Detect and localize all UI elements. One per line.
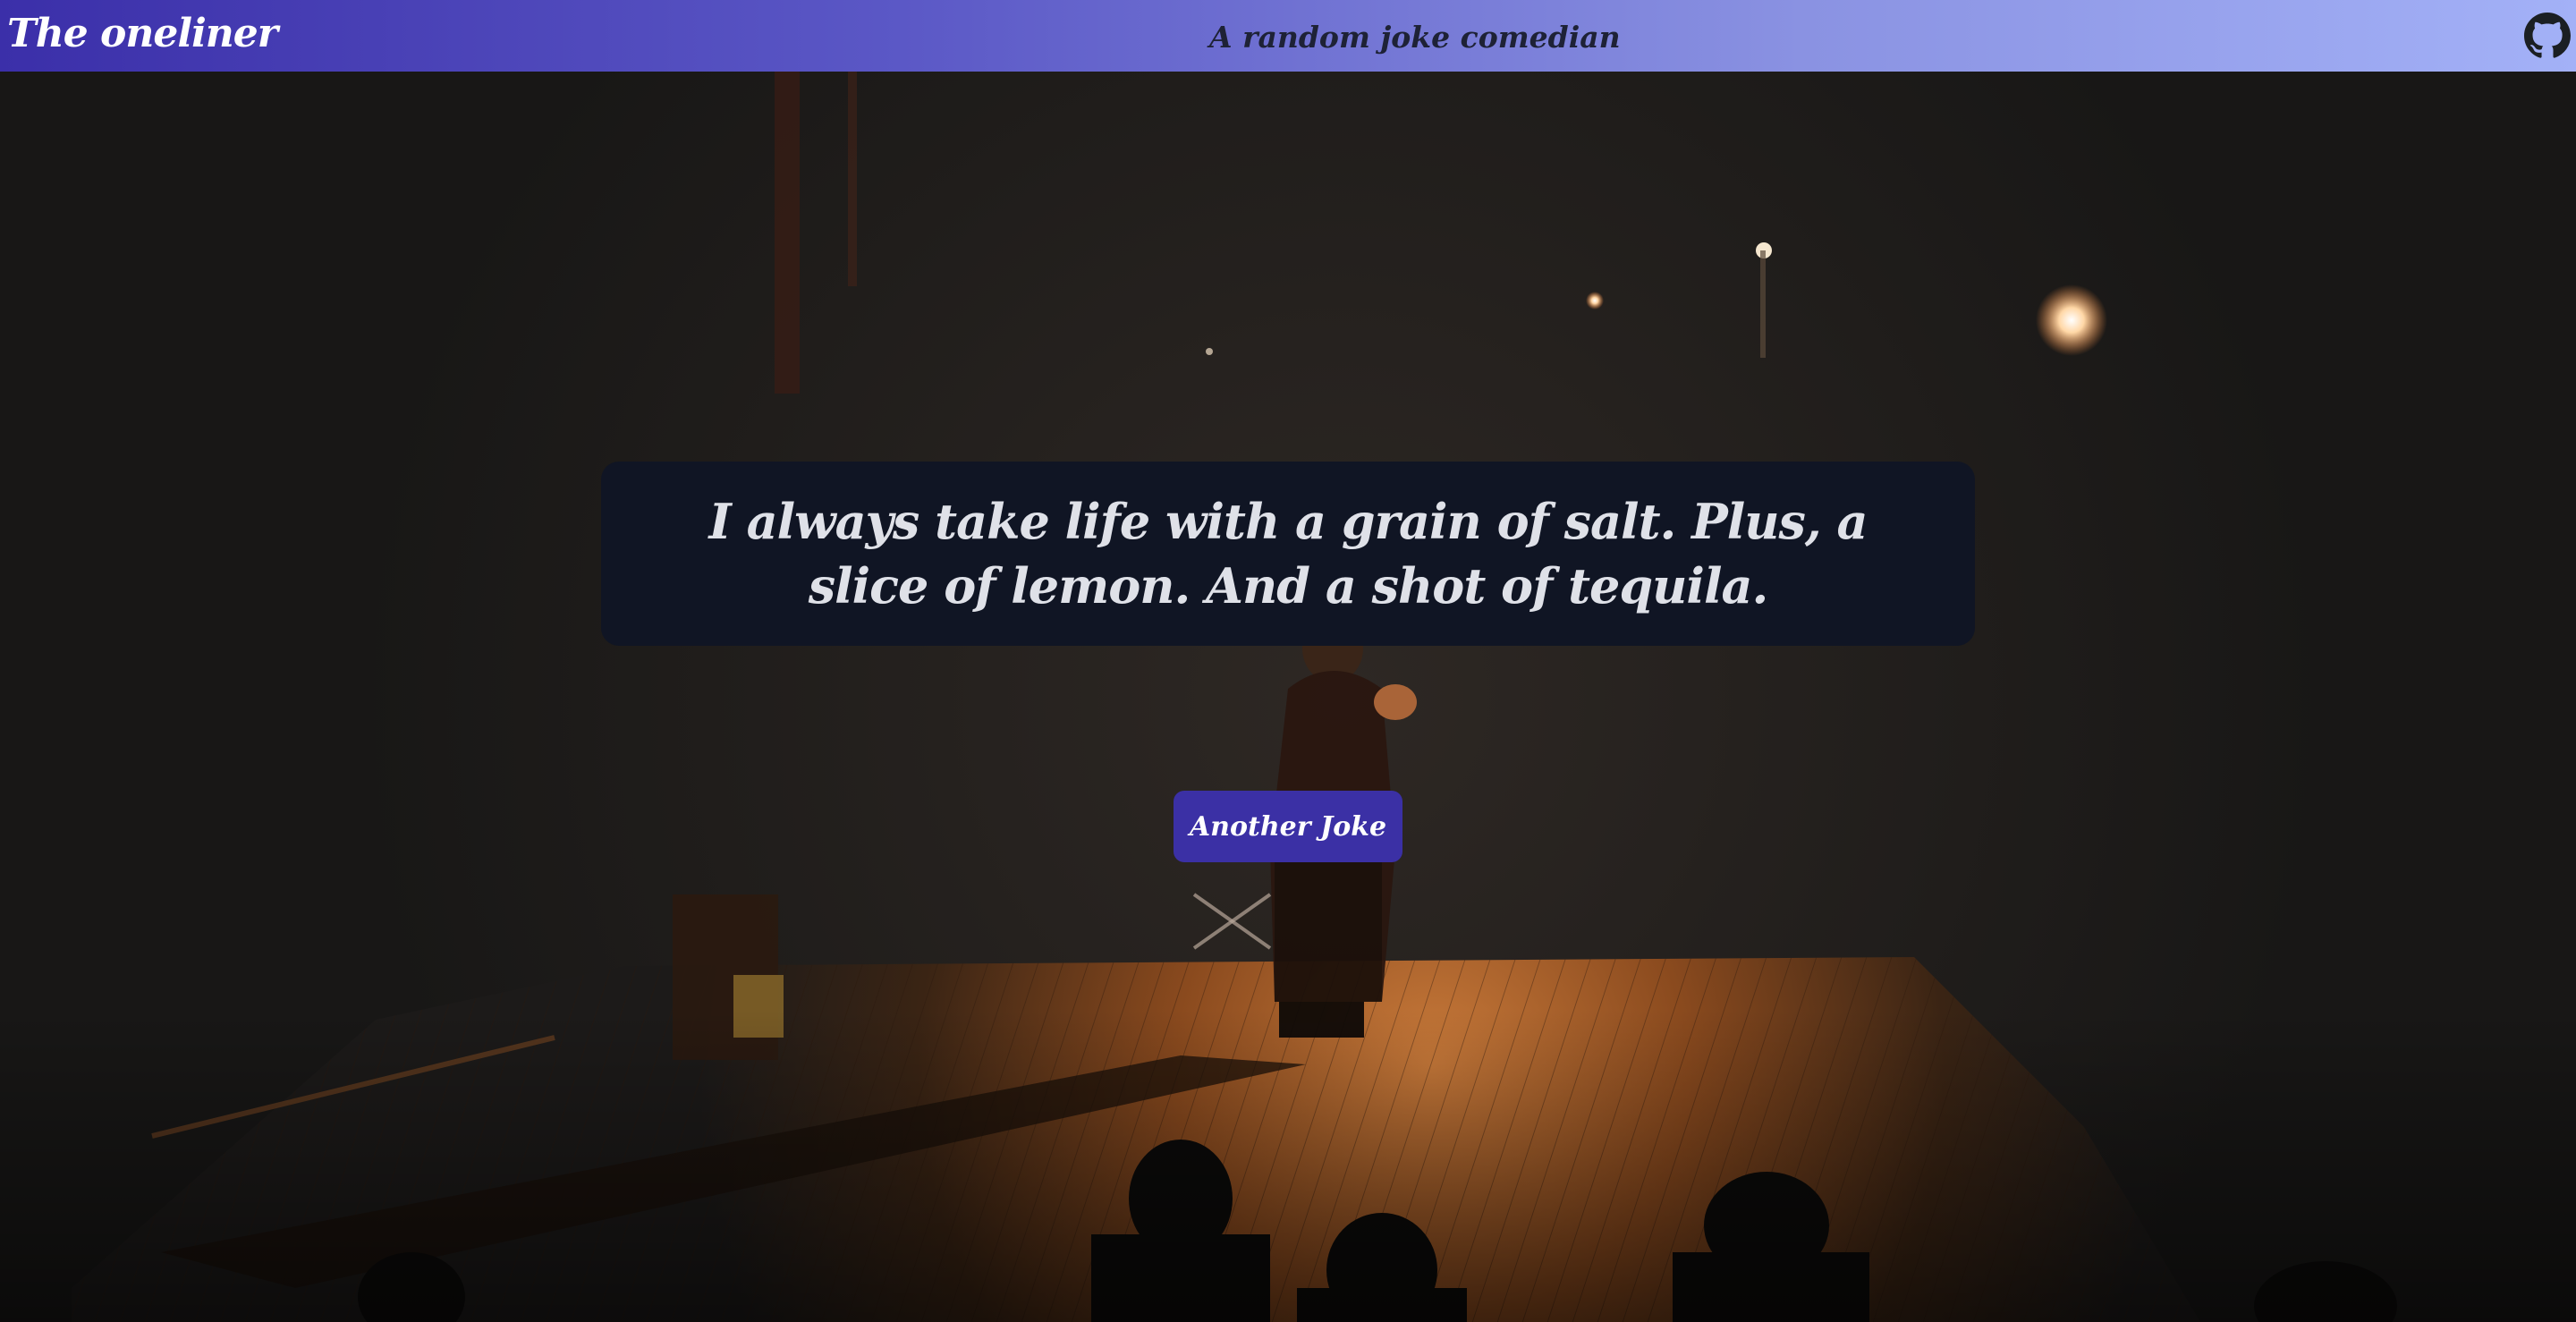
page-tagline: A random joke comedian [1209,20,1621,55]
github-icon[interactable] [2524,13,2571,59]
joke-text: I always take life with a grain of salt.… [708,493,1868,614]
joke-card: I always take life with a grain of salt.… [601,462,1975,646]
another-joke-button[interactable]: Another Joke [1174,791,1402,862]
stage-photo [0,72,2576,1322]
stage-background-image [0,72,2576,1322]
brand-title[interactable]: The oneliner [7,11,278,56]
top-navbar: The oneliner A random joke comedian [0,0,2576,72]
